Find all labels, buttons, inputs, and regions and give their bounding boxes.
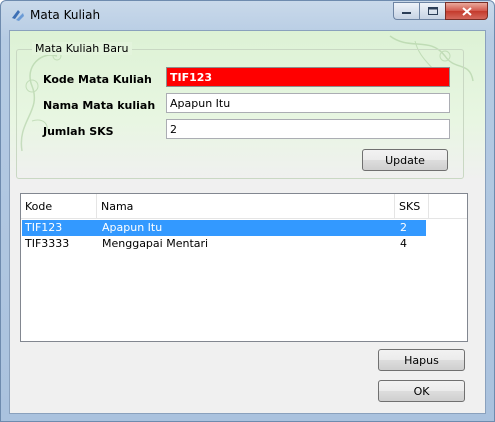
table-row[interactable]: TIF3333 Menggapai Mentari 4 [22,236,426,252]
kode-label: Kode Mata Kuliah [43,73,152,86]
sks-label: Jumlah SKS [43,125,114,138]
nama-label: Nama Mata kuliah [43,99,156,112]
form-client-area: Mata Kuliah Baru Kode Mata Kuliah Nama M… [9,30,486,414]
cell-sks: 2 [400,221,407,234]
course-list[interactable]: Kode Nama SKS TIF123 Apapun Itu 2 TIF333… [20,193,468,342]
cell-kode: TIF123 [25,221,63,234]
minimize-icon [402,12,411,14]
title-bar[interactable]: Mata Kuliah [1,1,494,29]
caption-buttons [393,2,488,20]
update-button[interactable]: Update [362,149,448,171]
close-icon [461,6,472,16]
column-header-kode[interactable]: Kode [21,194,97,219]
cell-kode: TIF3333 [25,237,70,250]
groupbox-title: Mata Kuliah Baru [32,42,132,55]
column-header-nama[interactable]: Nama [97,194,395,219]
cell-sks: 4 [400,237,407,250]
nama-input[interactable] [166,93,450,113]
column-header-sks[interactable]: SKS [395,194,429,219]
kode-input[interactable] [166,67,450,87]
app-icon [12,10,24,21]
ok-button[interactable]: OK [378,380,465,402]
minimize-button[interactable] [393,2,419,20]
hapus-button[interactable]: Hapus [378,349,465,371]
sks-input[interactable] [166,119,450,139]
cell-nama: Apapun Itu [102,221,163,234]
list-header: Kode Nama SKS [21,194,467,219]
table-row[interactable]: TIF123 Apapun Itu 2 [22,220,426,236]
close-button[interactable] [445,2,488,20]
maximize-icon [427,7,438,15]
maximize-button[interactable] [419,2,445,20]
cell-nama: Menggapai Mentari [102,237,209,250]
window-title: Mata Kuliah [30,8,101,22]
main-window: Mata Kuliah Mata Kuliah Baru Kode Mata K… [0,0,495,422]
